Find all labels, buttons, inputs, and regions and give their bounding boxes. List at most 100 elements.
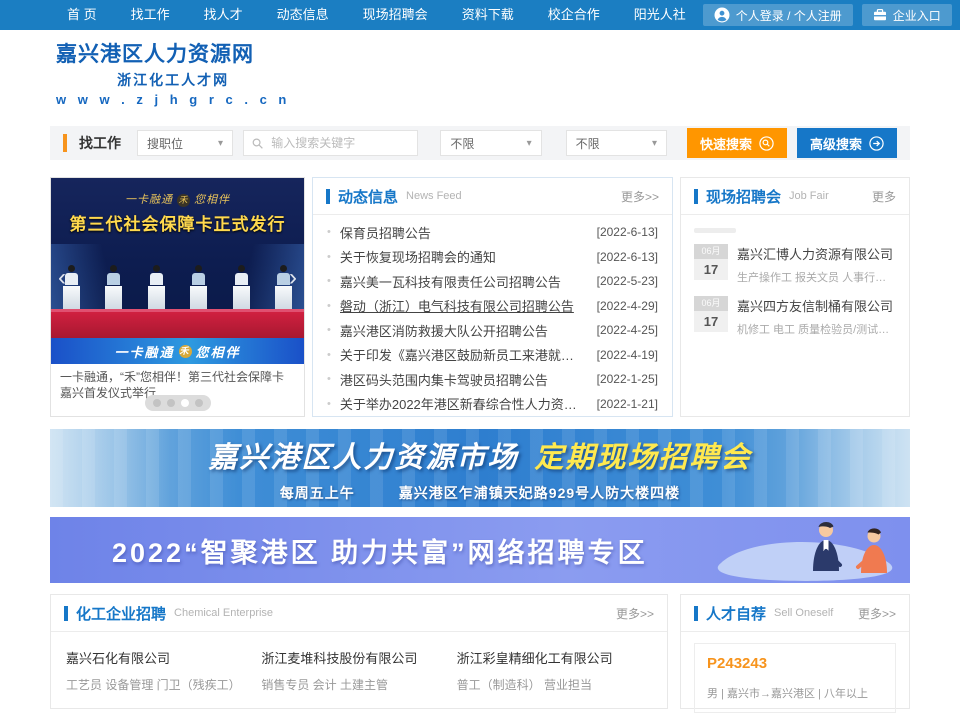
nav-item-news[interactable]: 动态信息 [260, 0, 346, 30]
city-filter-select[interactable]: 不限 ▾ [440, 130, 541, 156]
search-category-select[interactable]: 搜职位 ▾ [137, 130, 233, 156]
news-item-title: 关于印发《嘉兴港区鼓励新员工来港就业补助操作... [340, 345, 587, 364]
site-logo[interactable]: 嘉兴港区人力资源网 浙江化工人才网 w w w . z j h g r c . … [50, 38, 290, 107]
nav-item-downloads[interactable]: 资料下载 [445, 0, 531, 30]
carousel-dot-1[interactable] [153, 399, 161, 407]
job-search-bar: 找工作 搜职位 ▾ 不限 ▾ 不限 ▾ 快速搜索 高级搜索 [50, 126, 910, 160]
market-banner-title: 嘉兴港区人力资源市场定期现场招聘会 [208, 434, 751, 476]
slide-ribbon: 一卡融通禾您相伴 [51, 338, 304, 364]
company-entry[interactable]: 浙江麦堆科技股份有限公司 销售专员 会计 土建主管 [261, 648, 456, 693]
online-recruitment-banner[interactable]: 2022“智聚港区 助力共富”网络招聘专区 [50, 517, 910, 583]
carousel-dot-4[interactable] [195, 399, 203, 407]
nav-item-home[interactable]: 首 页 [50, 0, 114, 30]
quick-search-button[interactable]: 快速搜索 [687, 128, 787, 158]
bullet-icon: • [327, 349, 331, 361]
bullet-icon: • [327, 398, 331, 410]
company-entry[interactable]: 浙江彩皇精细化工有限公司 普工（制造科） 营业担当 [457, 648, 652, 693]
news-list-item[interactable]: • 关于恢复现场招聘会的通知 [2022-6-13] [327, 245, 658, 270]
title-bar [694, 606, 698, 621]
news-list-item[interactable]: • 嘉兴港区消防救援大队公开招聘公告 [2022-4-25] [327, 318, 658, 343]
enterprise-entry-label: 企业入口 [893, 7, 941, 24]
carousel-next-icon[interactable]: › [289, 266, 297, 290]
logo-url: w w w . z j h g r c . c n [56, 92, 290, 107]
market-banner[interactable]: 嘉兴港区人力资源市场定期现场招聘会 每周五上午 嘉兴港区乍浦镇天妃路929号人防… [50, 429, 910, 507]
resume-id: P243243 [707, 655, 883, 672]
type-filter-select[interactable]: 不限 ▾ [566, 130, 667, 156]
company-entry[interactable]: 嘉兴石化有限公司 工艺员 设备管理 门卫（残疾工） [66, 648, 261, 693]
news-list-item[interactable]: • 磐动（浙江）电气科技有限公司招聘公告 [2022-4-29] [327, 294, 658, 319]
nav-item-find-talent[interactable]: 找人才 [187, 0, 260, 30]
fair-jobs-list: 机修工 电工 质量检验员/测试员 叉车... [737, 321, 896, 337]
advanced-search-button[interactable]: 高级搜索 [797, 128, 897, 158]
chemical-header: 化工企业招聘 Chemical Enterprise 更多>> [51, 595, 667, 632]
fair-company-name: 嘉兴汇博人力资源有限公司 [737, 244, 896, 263]
news-list-item[interactable]: • 关于印发《嘉兴港区鼓励新员工来港就业补助操作... [2022-4-19] [327, 343, 658, 368]
nav-item-job-fair[interactable]: 现场招聘会 [346, 0, 445, 30]
badge-month: 06月 [694, 296, 728, 311]
news-list-item[interactable]: • 关于举办2022年港区新春综合性人力资源暨春风... [2022-1-21] [327, 392, 658, 417]
resume-info: 男 | 嘉兴市→嘉兴港区 | 八年以上 [707, 685, 883, 701]
news-item-title: 嘉兴港区消防救援大队公开招聘公告 [340, 321, 587, 340]
news-item-title: 港区码头范围内集卡驾驶员招聘公告 [340, 370, 587, 389]
talent-subtitle: Sell Oneself [774, 607, 833, 619]
slide-tagline: 一卡融通禾您相伴 [51, 191, 304, 207]
carousel-dots [145, 395, 211, 411]
news-list-item[interactable]: • 嘉兴美一瓦科技有限责任公司招聘公告 [2022-5-23] [327, 269, 658, 294]
logo-subtitle: 浙江化工人才网 [56, 70, 290, 90]
talent-title: 人才自荐 [706, 603, 766, 624]
nav-actions: 个人登录 / 个人注册 企业入口 [703, 4, 952, 26]
talent-more-link[interactable]: 更多>> [858, 605, 896, 622]
news-list: • 保育员招聘公告 [2022-6-13] • 关于恢复现场招聘会的通知 [20… [313, 220, 672, 416]
news-more-link[interactable]: 更多>> [621, 188, 659, 205]
ribbon-left: 一卡融通 [114, 342, 174, 361]
person-figure [105, 265, 122, 310]
chevron-down-icon: ▾ [652, 138, 657, 149]
chemical-more-link[interactable]: 更多>> [616, 605, 654, 622]
carousel-slide[interactable]: 一卡融通禾您相伴 第三代社会保障卡正式发行 一卡融通禾您相伴 ‹ › [51, 178, 304, 364]
accent-bar [63, 134, 67, 152]
logo-title: 嘉兴港区人力资源网 [56, 38, 290, 68]
advanced-search-label: 高级搜索 [810, 134, 862, 153]
ribbon-right: 您相伴 [196, 342, 241, 361]
bullet-icon: • [327, 226, 331, 238]
chevron-down-icon: ▾ [527, 138, 532, 149]
he-logo-icon: 禾 [177, 194, 190, 207]
banner-illustration [706, 517, 906, 583]
slide-headline: 第三代社会保障卡正式发行 [51, 210, 304, 235]
nav-item-sunshine-hr[interactable]: 阳光人社 [617, 0, 703, 30]
news-feed-header: 动态信息 News Feed 更多>> [313, 178, 672, 215]
market-banner-title-white: 嘉兴港区人力资源市场 [208, 442, 518, 474]
news-item-date: [2022-6-13] [597, 250, 658, 264]
nav-item-school-cooperation[interactable]: 校企合作 [531, 0, 617, 30]
bottom-content-row: 化工企业招聘 Chemical Enterprise 更多>> 嘉兴石化有限公司… [50, 594, 910, 709]
enterprise-entry-button[interactable]: 企业入口 [862, 4, 952, 26]
carousel-prev-icon[interactable]: ‹ [58, 266, 66, 290]
quick-search-label: 快速搜索 [700, 134, 752, 153]
company-jobs: 工艺员 设备管理 门卫（残疾工） [66, 676, 261, 693]
news-list-item[interactable]: • 保育员招聘公告 [2022-6-13] [327, 220, 658, 245]
resume-card[interactable]: P243243 男 | 嘉兴市→嘉兴港区 | 八年以上 [694, 643, 896, 713]
chevron-down-icon: ▾ [218, 138, 223, 149]
news-item-date: [2022-4-19] [597, 348, 658, 362]
date-badge: 06月 17 [694, 244, 728, 285]
fair-info: 嘉兴四方友信制桶有限公司 机修工 电工 质量检验员/测试员 叉车... [737, 296, 896, 337]
stage-carpet [51, 309, 304, 338]
personal-login-button[interactable]: 个人登录 / 个人注册 [703, 4, 853, 26]
job-fair-subtitle: Job Fair [789, 190, 829, 202]
nav-item-find-job[interactable]: 找工作 [114, 0, 187, 30]
decorative-divider [694, 228, 736, 233]
carousel-dot-3-active[interactable] [181, 399, 189, 407]
job-fair-item[interactable]: 06月 17 嘉兴四方友信制桶有限公司 机修工 电工 质量检验员/测试员 叉车.… [694, 296, 896, 337]
talent-panel: 人才自荐 Sell Oneself 更多>> P243243 男 | 嘉兴市→嘉… [680, 594, 910, 709]
person-figure [233, 265, 250, 310]
top-navigation: 首 页 找工作 找人才 动态信息 现场招聘会 资料下载 校企合作 阳光人社 个人… [0, 0, 960, 30]
chemical-title: 化工企业招聘 [76, 603, 166, 624]
news-list-item[interactable]: • 港区码头范围内集卡驾驶员招聘公告 [2022-1-25] [327, 367, 658, 392]
job-fair-item[interactable]: 06月 17 嘉兴汇博人力资源有限公司 生产操作工 报关文员 人事行政助理... [694, 244, 896, 285]
search-icon [252, 137, 263, 150]
personal-login-label: 个人登录 / 个人注册 [736, 7, 842, 24]
news-item-title: 保育员招聘公告 [340, 223, 587, 242]
keyword-search-input[interactable] [269, 135, 409, 151]
job-fair-more-link[interactable]: 更多 [872, 188, 896, 205]
carousel-dot-2[interactable] [167, 399, 175, 407]
